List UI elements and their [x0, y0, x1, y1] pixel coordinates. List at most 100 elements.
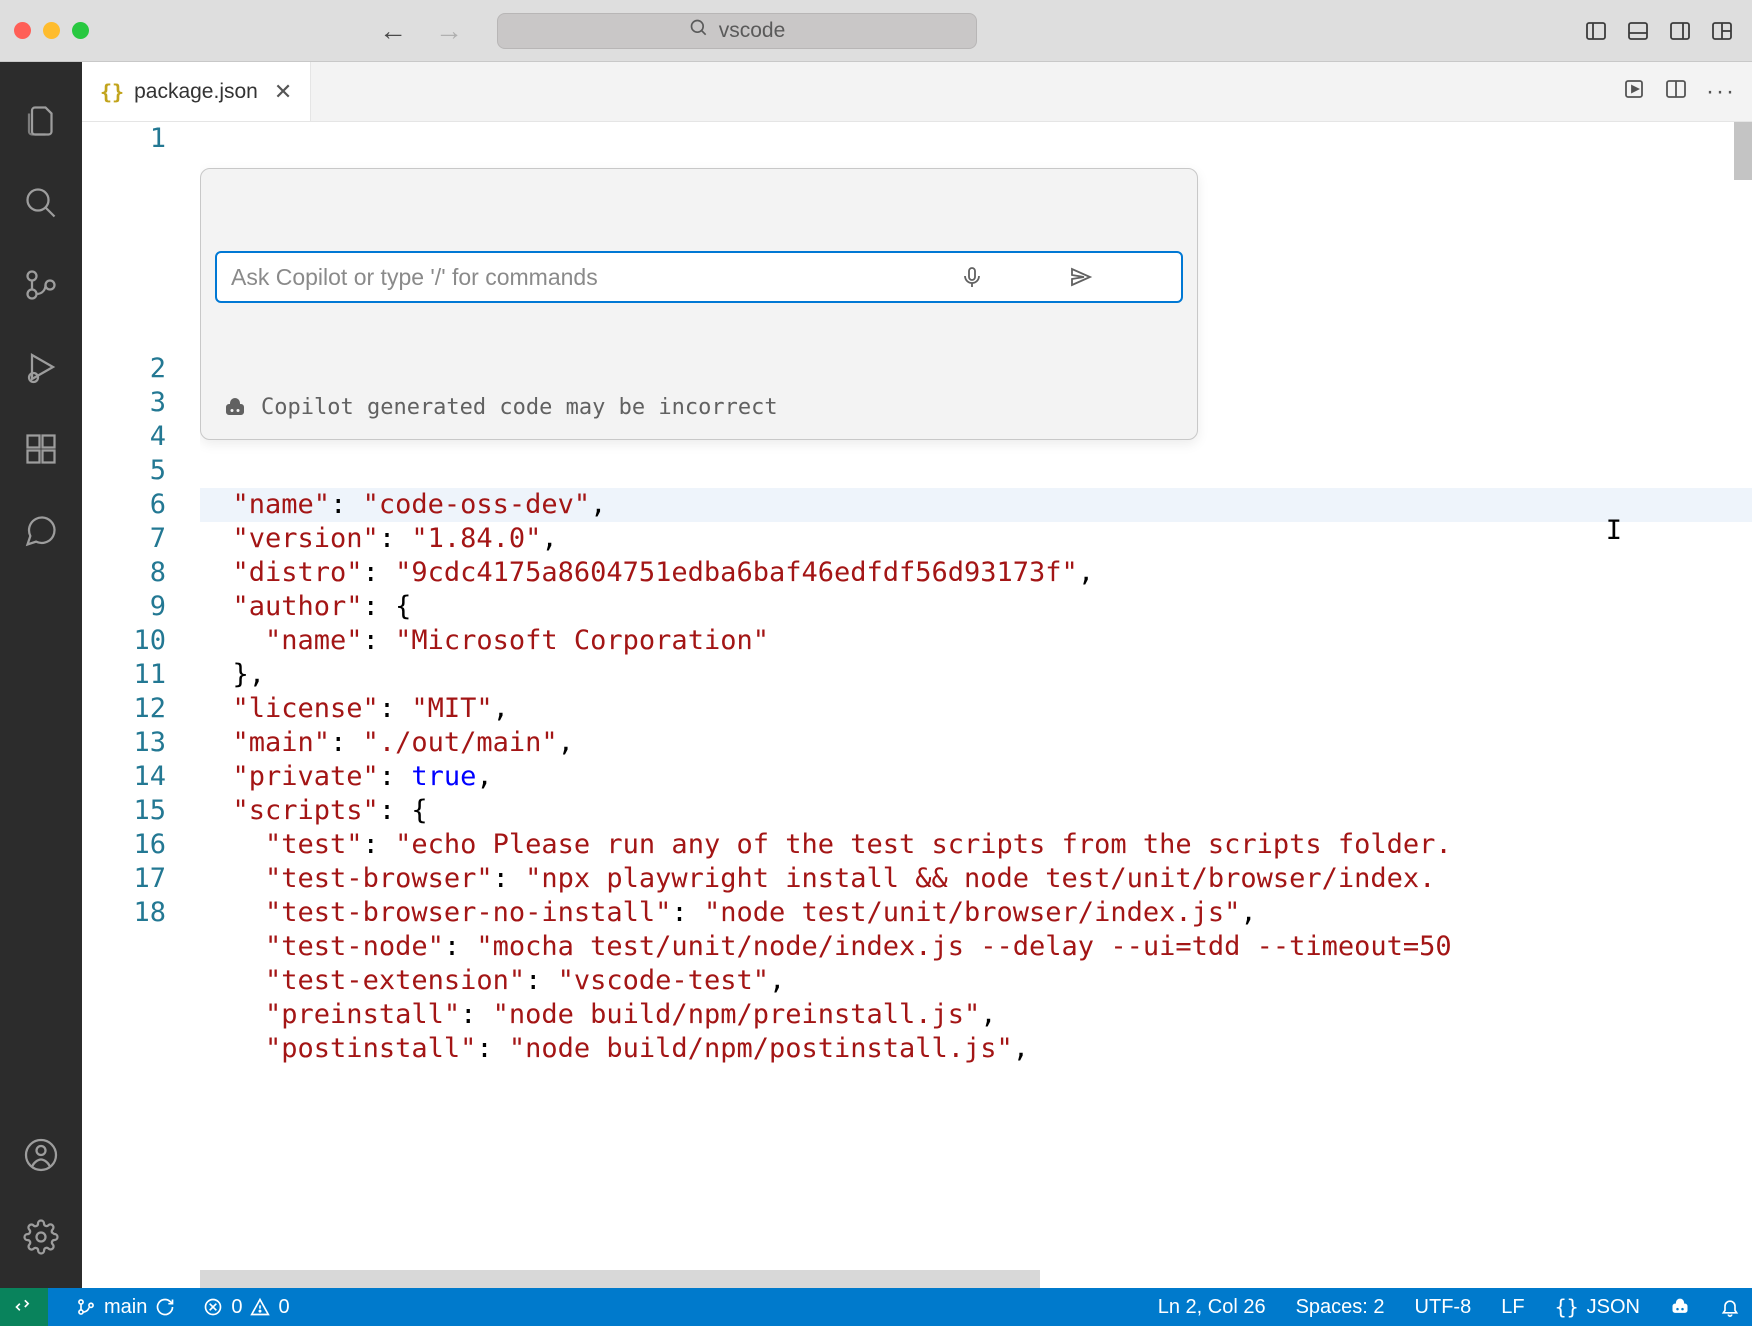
code-line[interactable]: "preinstall": "node build/npm/preinstall…	[200, 998, 1752, 1032]
copilot-input[interactable]	[231, 264, 948, 291]
line-number: 8	[82, 556, 166, 590]
error-icon	[203, 1297, 223, 1317]
warning-icon	[250, 1297, 270, 1317]
text-cursor-icon: I	[1606, 514, 1622, 548]
language-mode-status[interactable]: {} JSON	[1551, 1295, 1644, 1319]
code-line[interactable]: "author": {	[200, 590, 1752, 624]
line-number: 10	[82, 624, 166, 658]
activity-run-debug[interactable]	[0, 326, 82, 408]
search-icon	[689, 18, 709, 43]
horizontal-scrollbar[interactable]	[200, 1270, 1040, 1288]
editor-group: {} package.json ✕ ··· 123456789101112131…	[82, 62, 1752, 1288]
command-center[interactable]: vscode	[497, 13, 977, 49]
warning-count: 0	[278, 1296, 289, 1319]
activity-accounts[interactable]	[0, 1114, 82, 1196]
code-line[interactable]: "test-extension": "vscode-test",	[200, 964, 1752, 998]
line-number: 17	[82, 862, 166, 896]
line-number: 14	[82, 760, 166, 794]
code-line[interactable]: "test-browser-no-install": "node test/un…	[200, 896, 1752, 930]
run-code-button[interactable]	[1622, 77, 1646, 106]
code-line[interactable]: "private": true,	[200, 760, 1752, 794]
line-number: 16	[82, 828, 166, 862]
activity-extensions[interactable]	[0, 408, 82, 490]
error-count: 0	[231, 1296, 242, 1319]
line-number: 2	[82, 352, 166, 386]
language-icon: {}	[1555, 1295, 1579, 1319]
code-line[interactable]: "scripts": {	[200, 794, 1752, 828]
line-number: 11	[82, 658, 166, 692]
more-actions-button[interactable]: ···	[1706, 78, 1736, 106]
json-file-icon: {}	[100, 80, 124, 104]
line-number: 9	[82, 590, 166, 624]
code-content[interactable]: { "name": "code-oss-dev", "version": "1.…	[200, 122, 1752, 1288]
toggle-secondary-sidebar-button[interactable]	[1664, 15, 1696, 47]
layout-controls	[1580, 15, 1738, 47]
status-bar: main 0 0 Ln 2, Col 26 Spaces: 2 UTF-8 LF…	[0, 1288, 1752, 1326]
window-controls	[14, 22, 89, 39]
code-line[interactable]: "main": "./out/main",	[200, 726, 1752, 760]
toggle-primary-sidebar-button[interactable]	[1580, 15, 1612, 47]
editor-actions: ···	[1622, 62, 1752, 121]
copilot-disclaimer-text: Copilot generated code may be incorrect	[261, 391, 778, 425]
code-line[interactable]: "version": "1.84.0",	[200, 522, 1752, 556]
code-line[interactable]: },	[200, 658, 1752, 692]
line-number: 6	[82, 488, 166, 522]
copilot-icon	[223, 396, 247, 420]
maximize-window-button[interactable]	[72, 22, 89, 39]
copilot-status[interactable]	[1666, 1297, 1694, 1317]
git-branch-status[interactable]: main	[72, 1296, 179, 1319]
nav-history: ← →	[379, 17, 463, 45]
sync-icon	[155, 1297, 175, 1317]
activity-chat[interactable]	[0, 490, 82, 572]
tab-package-json[interactable]: {} package.json ✕	[82, 62, 311, 121]
microphone-icon[interactable]	[960, 197, 1058, 357]
line-number: 3	[82, 386, 166, 420]
code-line[interactable]: "test-browser": "npx playwright install …	[200, 862, 1752, 896]
activity-settings[interactable]	[0, 1196, 82, 1278]
indentation-status[interactable]: Spaces: 2	[1292, 1296, 1389, 1319]
code-line[interactable]: "distro": "9cdc4175a8604751edba6baf46edf…	[200, 556, 1752, 590]
nav-back-button[interactable]: ←	[379, 17, 407, 45]
line-number: 15	[82, 794, 166, 828]
line-number: 13	[82, 726, 166, 760]
tab-close-button[interactable]: ✕	[274, 79, 292, 105]
notifications-button[interactable]	[1716, 1297, 1744, 1317]
send-icon[interactable]	[1069, 197, 1167, 357]
line-number: 4	[82, 420, 166, 454]
minimap-slider[interactable]	[1734, 122, 1752, 180]
code-line[interactable]: "name": "Microsoft Corporation"	[200, 624, 1752, 658]
activity-bar	[0, 62, 82, 1288]
code-line[interactable]: "postinstall": "node build/npm/postinsta…	[200, 1032, 1752, 1066]
tab-filename: package.json	[134, 80, 258, 104]
line-number: 5	[82, 454, 166, 488]
copilot-disclaimer: Copilot generated code may be incorrect	[215, 391, 1183, 425]
copilot-inline-chat: Copilot generated code may be incorrect	[200, 168, 1198, 440]
remote-indicator[interactable]	[0, 1288, 48, 1326]
git-branch-name: main	[104, 1296, 147, 1319]
nav-forward-button[interactable]: →	[435, 17, 463, 45]
copilot-input-container	[215, 251, 1183, 303]
activity-source-control[interactable]	[0, 244, 82, 326]
code-line[interactable]: "test": "echo Please run any of the test…	[200, 828, 1752, 862]
activity-search[interactable]	[0, 162, 82, 244]
minimize-window-button[interactable]	[43, 22, 60, 39]
code-line[interactable]: "name": "code-oss-dev",	[200, 488, 1752, 522]
toggle-panel-button[interactable]	[1622, 15, 1654, 47]
close-window-button[interactable]	[14, 22, 31, 39]
split-editor-button[interactable]	[1664, 77, 1688, 106]
code-line[interactable]: "license": "MIT",	[200, 692, 1752, 726]
code-line[interactable]: "test-node": "mocha test/unit/node/index…	[200, 930, 1752, 964]
encoding-status[interactable]: UTF-8	[1411, 1296, 1476, 1319]
titlebar: ← → vscode	[0, 0, 1752, 62]
workbench: {} package.json ✕ ··· 123456789101112131…	[0, 62, 1752, 1288]
text-editor[interactable]: 123456789101112131415161718 { "name": "c…	[82, 122, 1752, 1288]
line-number: 12	[82, 692, 166, 726]
problems-status[interactable]: 0 0	[199, 1296, 293, 1319]
eol-status[interactable]: LF	[1497, 1296, 1528, 1319]
tab-bar: {} package.json ✕ ···	[82, 62, 1752, 122]
cursor-position-status[interactable]: Ln 2, Col 26	[1154, 1296, 1270, 1319]
line-number: 1	[82, 122, 166, 156]
customize-layout-button[interactable]	[1706, 15, 1738, 47]
activity-explorer[interactable]	[0, 80, 82, 162]
line-number: 7	[82, 522, 166, 556]
